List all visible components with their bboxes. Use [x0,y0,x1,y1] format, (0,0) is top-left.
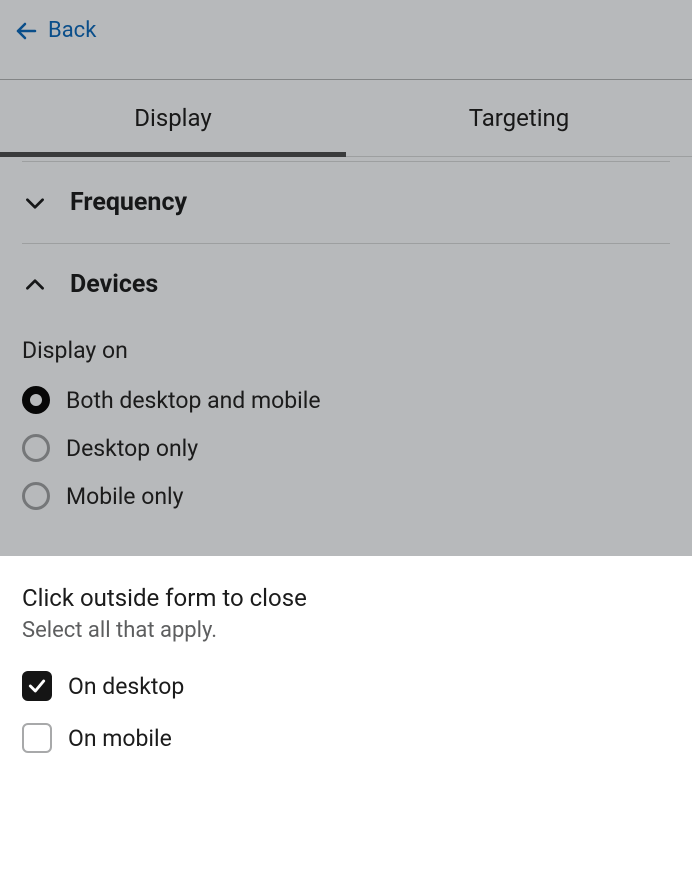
tabs: Display Targeting [0,80,692,157]
checkbox-on-desktop[interactable]: On desktop [22,671,670,701]
radio-icon-unselected [22,482,50,510]
back-button[interactable]: Back [14,18,96,43]
accordion-frequency-title: Frequency [70,188,187,217]
checkbox-mobile-label: On mobile [68,725,172,752]
dimmed-background-area: Back Display Targeting Frequency [0,0,692,556]
panel-subtitle: Select all that apply. [22,618,670,643]
chevron-up-icon [22,272,48,298]
accordion-frequency: Frequency [22,162,670,244]
checkbox-icon-unchecked [22,723,52,753]
radio-mobile-label: Mobile only [66,483,184,510]
click-outside-panel: Click outside form to close Select all t… [0,556,692,781]
header: Back [0,0,692,79]
arrow-left-icon [14,19,38,43]
content-area: Frequency Devices Display on Both deskto… [0,161,692,556]
checkbox-desktop-label: On desktop [68,673,184,700]
accordion-devices: Devices Display on Both desktop and mobi… [22,244,670,556]
checkmark-icon [27,676,47,696]
radio-icon-unselected [22,434,50,462]
back-label: Back [48,18,96,43]
tab-display-label: Display [134,104,212,132]
radio-desktop-label: Desktop only [66,435,198,462]
radio-both-label: Both desktop and mobile [66,387,321,414]
chevron-down-icon [22,190,48,216]
panel-title: Click outside form to close [22,584,670,612]
checkbox-icon-checked [22,671,52,701]
display-on-radio-group: Both desktop and mobile Desktop only Mob… [22,386,670,530]
accordion-devices-title: Devices [70,270,158,299]
display-on-label: Display on [22,337,670,364]
accordion-frequency-header[interactable]: Frequency [22,188,670,217]
accordion-devices-header[interactable]: Devices [22,270,670,299]
radio-mobile-only[interactable]: Mobile only [22,482,670,510]
tab-targeting-label: Targeting [469,104,570,132]
tab-targeting[interactable]: Targeting [346,80,692,156]
tab-display[interactable]: Display [0,80,346,156]
close-outside-checkbox-group: On desktop On mobile [22,671,670,753]
radio-desktop-only[interactable]: Desktop only [22,434,670,462]
checkbox-on-mobile[interactable]: On mobile [22,723,670,753]
radio-both-desktop-mobile[interactable]: Both desktop and mobile [22,386,670,414]
radio-icon-selected [22,386,50,414]
